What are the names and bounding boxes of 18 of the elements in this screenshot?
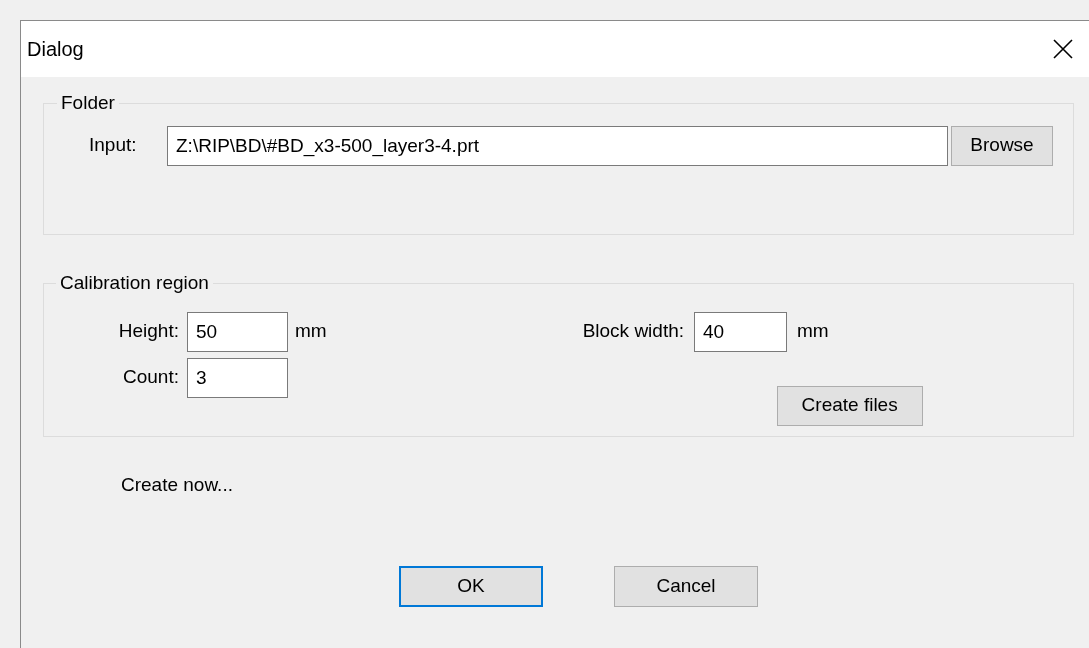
input-field[interactable]: Z:\RIP\BD\#BD_x3-500_layer3-4.prt xyxy=(167,125,948,166)
group-title: Folder xyxy=(60,91,116,115)
input-label: Input: xyxy=(89,133,138,158)
height-label: Height: xyxy=(117,319,180,344)
group-title: Calibration region xyxy=(59,271,210,295)
unit-label: mm xyxy=(295,319,327,344)
count-label: Count: xyxy=(122,365,180,390)
window-title: Dialog xyxy=(27,37,84,62)
unit-label: mm xyxy=(797,319,829,344)
count-field[interactable]: 3 xyxy=(187,357,288,398)
block-width-field[interactable]: 40 xyxy=(694,311,788,352)
status-text: Create now... xyxy=(121,473,234,497)
create-files-button[interactable]: Create files xyxy=(776,385,923,426)
dialog-button[interactable]: Cancel xyxy=(614,565,758,607)
block-width-label: Block width: xyxy=(582,319,686,344)
height-field[interactable]: 50 xyxy=(187,311,288,352)
browse-button[interactable]: Browse xyxy=(951,125,1053,166)
dialog-button[interactable]: OK xyxy=(399,565,543,607)
